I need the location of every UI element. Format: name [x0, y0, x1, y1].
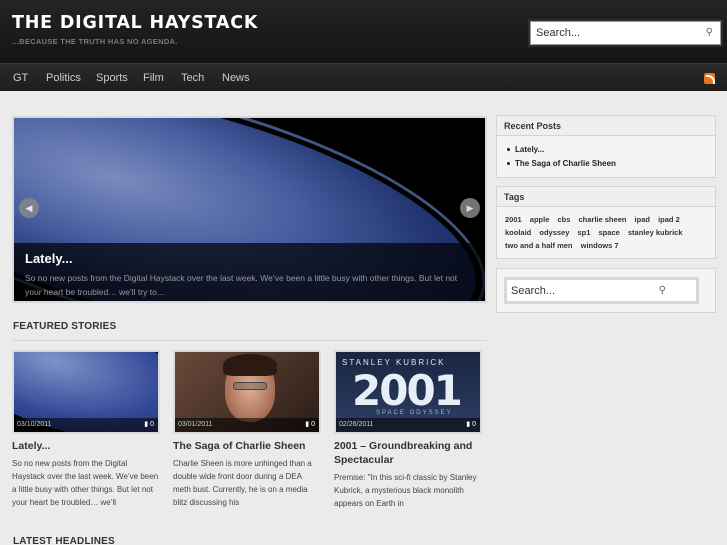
tag-link[interactable]: stanley kubrick — [628, 226, 683, 239]
chevron-left-icon[interactable]: ◀ — [19, 198, 39, 218]
tag-link[interactable]: cbs — [557, 213, 570, 226]
tag-link[interactable]: two and a half men — [505, 239, 573, 252]
comment-icon: ▮ — [144, 421, 149, 428]
comment-icon: ▮ — [466, 421, 471, 428]
poster-text: SPACE ODYSSEY — [376, 410, 453, 416]
nav-item-tech[interactable]: Tech — [181, 72, 204, 84]
featured-thumb[interactable]: STANLEY KUBRICK 2001 SPACE ODYSSEY 02/26… — [334, 350, 482, 434]
tag-link[interactable]: space — [599, 226, 620, 239]
comment-count[interactable]: ▮ 0 — [305, 418, 315, 432]
header-search-input[interactable]: Search... ⚲ — [530, 21, 721, 45]
nav-item-gt[interactable]: GT — [13, 72, 28, 84]
slide-caption: Lately... So no new posts from the Digit… — [14, 243, 485, 301]
site-header: THE DIGITAL HAYSTACK ...BECAUSE THE TRUT… — [0, 0, 727, 63]
sidebar-search-input[interactable]: Search... ⚲ — [504, 277, 699, 304]
tag-link[interactable]: apple — [530, 213, 550, 226]
poster-text: 2001 — [352, 366, 463, 415]
nav-item-news[interactable]: News — [222, 72, 250, 84]
tag-link[interactable]: sp1 — [577, 226, 590, 239]
tag-link[interactable]: ipad 2 — [658, 213, 680, 226]
tag-link[interactable]: windows 7 — [581, 239, 619, 252]
recent-posts-widget: Recent Posts Lately... The Saga of Charl… — [496, 115, 716, 178]
chevron-right-icon[interactable]: ▶ — [460, 198, 480, 218]
featured-item: 03/10/2011 ▮ 0 Lately... So no new posts… — [12, 350, 160, 509]
main-nav: GT Politics Sports Film Tech News — [0, 63, 727, 91]
widget-title: Tags — [497, 187, 715, 207]
recent-post-link[interactable]: Lately... — [507, 143, 705, 157]
search-placeholder: Search... — [536, 27, 581, 39]
post-date: 02/26/2011 — [336, 418, 480, 432]
tag-link[interactable]: 2001 — [505, 213, 522, 226]
tag-link[interactable]: ipad — [635, 213, 650, 226]
site-title[interactable]: THE DIGITAL HAYSTACK — [12, 13, 258, 33]
search-placeholder: Search... — [511, 285, 556, 297]
search-icon[interactable]: ⚲ — [706, 27, 713, 38]
tag-link[interactable]: charlie sheen — [579, 213, 627, 226]
tag-link[interactable]: koolaid — [505, 226, 531, 239]
featured-item: 03/01/2011 ▮ 0 The Saga of Charlie Sheen… — [173, 350, 321, 509]
post-date: 03/01/2011 — [175, 418, 319, 432]
featured-thumb[interactable]: 03/01/2011 ▮ 0 — [173, 350, 321, 434]
nav-item-sports[interactable]: Sports — [96, 72, 128, 84]
slide-excerpt: So no new posts from the Digital Haystac… — [25, 273, 458, 297]
featured-title[interactable]: The Saga of Charlie Sheen — [173, 439, 321, 453]
featured-excerpt: Premise: "In this sci-fi classic by Stan… — [334, 473, 477, 508]
nav-item-film[interactable]: Film — [143, 72, 164, 84]
slide-title[interactable]: Lately... — [25, 251, 72, 266]
widget-title: Recent Posts — [497, 116, 715, 136]
featured-heading: FEATURED STORIES — [13, 321, 117, 332]
nav-item-politics[interactable]: Politics — [46, 72, 81, 84]
featured-title[interactable]: Lately... — [12, 439, 160, 453]
latest-heading: LATEST HEADLINES — [13, 536, 115, 545]
featured-thumb[interactable]: 03/10/2011 ▮ 0 — [12, 350, 160, 434]
site-tagline: ...BECAUSE THE TRUTH HAS NO AGENDA. — [12, 37, 178, 46]
tags-widget: Tags 2001 apple cbs charlie sheen ipad i… — [496, 186, 716, 259]
comment-count[interactable]: ▮ 0 — [466, 418, 476, 432]
search-icon[interactable]: ⚲ — [659, 285, 666, 296]
tag-cloud: 2001 apple cbs charlie sheen ipad ipad 2… — [497, 207, 715, 258]
featured-item: STANLEY KUBRICK 2001 SPACE ODYSSEY 02/26… — [334, 350, 482, 510]
featured-title[interactable]: 2001 – Groundbreaking and Spectacular — [334, 439, 482, 467]
comment-icon: ▮ — [305, 421, 310, 428]
recent-post-link[interactable]: The Saga of Charlie Sheen — [507, 157, 705, 171]
post-date: 03/10/2011 — [14, 418, 158, 432]
divider — [12, 340, 487, 341]
featured-excerpt: So no new posts from the Digital Haystac… — [12, 459, 159, 507]
tag-link[interactable]: odyssey — [539, 226, 569, 239]
rss-icon[interactable] — [704, 73, 715, 84]
comment-count[interactable]: ▮ 0 — [144, 418, 154, 432]
featured-excerpt: Charlie Sheen is more unhinged than a do… — [173, 459, 312, 507]
featured-slider[interactable]: ◀ ▶ Lately... So no new posts from the D… — [12, 116, 487, 303]
